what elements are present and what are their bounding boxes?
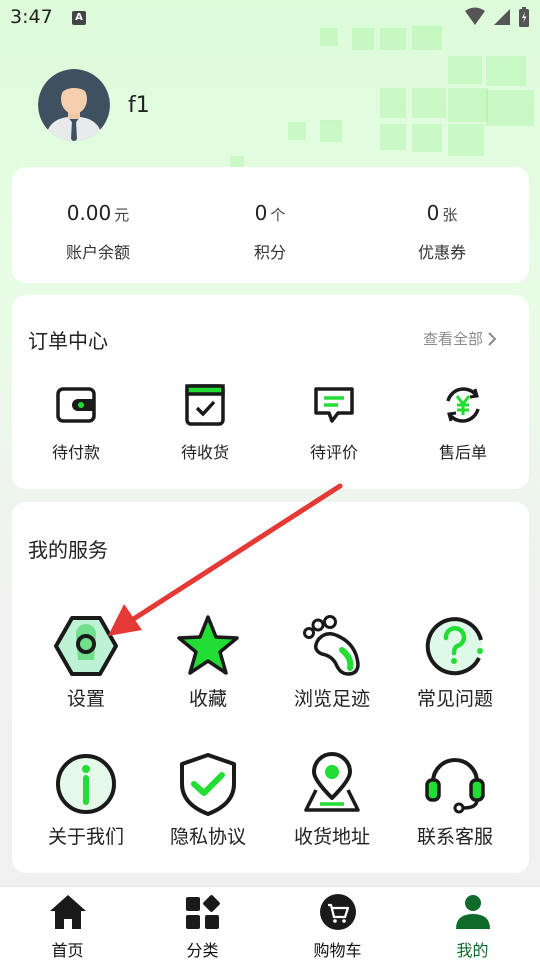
stat-points[interactable]: 0个 积分	[184, 167, 356, 283]
view-all-label: 查看全部	[422, 330, 483, 348]
shield-check-icon	[180, 753, 236, 816]
question-icon	[425, 617, 483, 676]
order-label: 待付款	[51, 443, 100, 462]
background-decoration	[380, 124, 406, 150]
service-label: 收货地址	[293, 826, 370, 848]
notification-badge: A	[72, 11, 86, 25]
order-pending-receipt[interactable]: 待收货	[141, 383, 269, 463]
wallet-icon	[56, 387, 96, 423]
headset-icon	[425, 758, 485, 814]
cart-icon	[319, 894, 356, 930]
tab-mine[interactable]: 我的	[405, 893, 540, 960]
battery-icon	[519, 7, 529, 27]
package-icon	[185, 384, 225, 426]
service-history[interactable]: 浏览足迹	[268, 614, 396, 711]
stat-balance[interactable]: 0.00 元 账户余额	[12, 167, 184, 283]
background-decoration	[412, 88, 446, 118]
location-icon	[304, 752, 360, 812]
background-decoration	[448, 124, 484, 156]
info-icon	[56, 754, 116, 814]
background-decoration	[448, 88, 488, 122]
category-icon	[185, 895, 220, 929]
tab-label: 首页	[51, 941, 84, 960]
order-label: 售后单	[438, 443, 487, 462]
stat-value: 0	[426, 201, 440, 225]
background-decoration	[320, 120, 342, 142]
service-contact[interactable]: 联系客服	[391, 752, 519, 849]
background-decoration	[412, 124, 442, 152]
stat-unit: 张	[442, 206, 458, 224]
service-address[interactable]: 收货地址	[268, 752, 396, 849]
stat-unit: 元	[114, 206, 130, 224]
avatar[interactable]	[38, 69, 110, 141]
services-title: 我的服务	[28, 538, 108, 562]
star-icon	[177, 615, 239, 675]
bottom-tab-bar: 首页 分类 购物车 我的	[0, 886, 540, 960]
stat-unit: 个	[270, 206, 286, 224]
stat-value: 0.00	[66, 201, 112, 225]
service-label: 联系客服	[416, 826, 493, 848]
status-bar: 3:47 A	[0, 0, 540, 36]
tab-label: 我的	[456, 941, 489, 960]
avatar-image	[38, 69, 110, 141]
order-center-card: 订单中心 查看全部 待付款 待收货 待评价 售后单	[12, 295, 529, 489]
service-label: 设置	[66, 688, 105, 710]
tab-label: 分类	[186, 941, 219, 960]
stat-label: 账户余额	[65, 243, 130, 262]
settings-hex-icon	[54, 616, 118, 676]
background-decoration	[486, 90, 534, 126]
order-label: 待评价	[309, 443, 358, 462]
service-label: 浏览足迹	[293, 688, 370, 710]
order-after-sales[interactable]: 售后单	[399, 383, 527, 463]
home-icon	[49, 895, 86, 929]
tab-cart[interactable]: 购物车	[270, 893, 405, 960]
background-decoration	[448, 56, 482, 84]
background-decoration	[486, 56, 526, 86]
order-pending-review[interactable]: 待评价	[270, 383, 398, 463]
service-favorites[interactable]: 收藏	[144, 614, 272, 711]
stat-coupons[interactable]: 0张 优惠券	[356, 167, 528, 283]
chevron-right-icon	[488, 331, 497, 346]
service-settings[interactable]: 设置	[22, 614, 150, 711]
service-label: 收藏	[188, 688, 227, 710]
order-center-title: 订单中心	[28, 329, 108, 353]
background-decoration	[288, 122, 306, 140]
footprint-icon	[303, 615, 360, 676]
view-all-orders-link[interactable]: 查看全部	[423, 328, 497, 349]
stat-value-line: 0个	[184, 201, 356, 225]
background-decoration	[380, 88, 406, 118]
tab-label: 购物车	[313, 941, 362, 960]
comment-icon	[314, 387, 354, 423]
refund-icon	[446, 387, 480, 423]
stat-label: 优惠券	[417, 243, 466, 262]
services-card: 我的服务 设置 收藏 浏览足迹 常见问题 关于我们 隐私协议 收货地址 联系客服	[12, 502, 529, 873]
stat-value-line: 0.00 元	[12, 201, 184, 225]
profile-header[interactable]: f1	[38, 69, 150, 141]
service-label: 关于我们	[47, 826, 124, 848]
status-indicators	[464, 6, 530, 28]
order-label: 待收货	[180, 443, 229, 462]
service-privacy[interactable]: 隐私协议	[144, 752, 272, 849]
balance-card: 0.00 元 账户余额 0个 积分 0张 优惠券	[12, 167, 529, 283]
stat-label: 积分	[253, 243, 286, 262]
status-time: 3:47	[10, 6, 53, 28]
tab-home[interactable]: 首页	[0, 893, 135, 960]
order-pending-payment[interactable]: 待付款	[12, 383, 140, 463]
stat-value: 0	[254, 201, 268, 225]
wifi-icon	[465, 7, 485, 25]
service-label: 隐私协议	[169, 826, 246, 848]
service-faq[interactable]: 常见问题	[391, 614, 519, 711]
stat-value-line: 0张	[356, 201, 528, 225]
service-label: 常见问题	[416, 688, 493, 710]
username: f1	[128, 92, 150, 118]
person-icon	[455, 895, 490, 929]
tab-category[interactable]: 分类	[135, 893, 270, 960]
signal-icon	[494, 9, 510, 25]
service-about[interactable]: 关于我们	[22, 752, 150, 849]
